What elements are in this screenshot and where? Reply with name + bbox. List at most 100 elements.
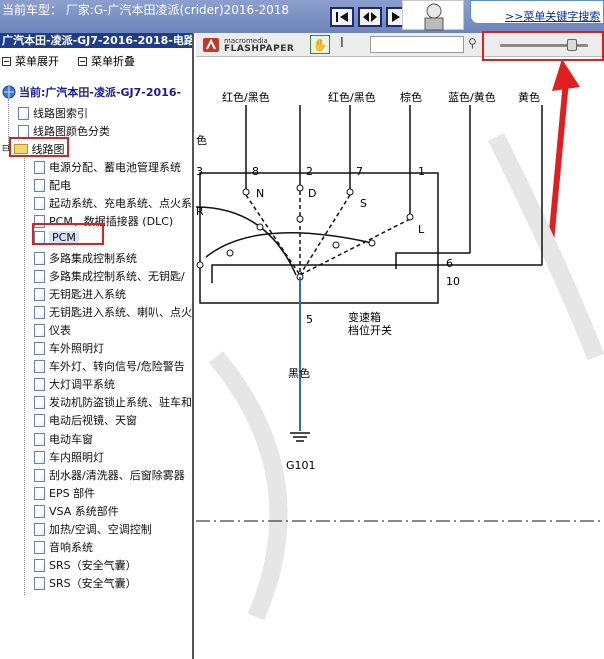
annotation-box-folder — [9, 137, 69, 157]
document-icon — [34, 395, 45, 409]
tree-item[interactable]: 音响系统 — [34, 539, 93, 555]
prev-next-icon — [363, 12, 377, 22]
collapse-icon — [78, 56, 87, 66]
document-icon — [34, 413, 45, 427]
tree-item[interactable]: VSA 系统部件 — [34, 503, 119, 519]
tree-item[interactable]: 电源分配、蓄电池管理系统 — [34, 159, 181, 175]
tree-item[interactable]: 加热/空调、空调控制 — [34, 521, 152, 537]
logo-big-text: FLASHPAPER — [224, 44, 295, 54]
document-icon — [34, 178, 45, 192]
tree-item[interactable]: SRS（安全气囊） — [34, 557, 137, 573]
document-icon — [34, 305, 45, 319]
tree-item[interactable]: 配电 — [34, 177, 71, 193]
flashpaper-logo-icon — [203, 38, 219, 52]
document-icon — [34, 323, 45, 337]
tree-item-label: 音响系统 — [49, 541, 93, 554]
tree-item[interactable]: 电动后视镜、天窗 — [34, 412, 137, 428]
tree-title: 广汽本田-凌派-GJ7-2016-2018-电路 — [0, 33, 192, 48]
tree-item-label: 起动系统、充电系统、点火系 — [49, 197, 192, 210]
text-cursor-icon: I — [340, 36, 344, 51]
menu-collapse-button[interactable]: 菜单折叠 — [78, 53, 135, 69]
tree-item[interactable]: EPS 部件 — [34, 485, 95, 501]
tree-item[interactable]: 发动机防盗锁止系统、驻车和 — [34, 394, 192, 410]
tree-item[interactable]: 大灯调平系统 — [34, 376, 115, 392]
annotation-arrowhead — [552, 59, 580, 91]
tree-item[interactable]: 仪表 — [34, 322, 71, 338]
previous-page-button[interactable] — [358, 7, 382, 27]
component-subname: 档位开关 — [348, 323, 392, 337]
tree-item-wiring-index[interactable]: 线路图索引 — [18, 105, 88, 121]
tree-item-label: 车内照明灯 — [49, 451, 104, 464]
pin-number: 8 — [252, 165, 259, 178]
document-icon — [34, 377, 45, 391]
tree-item-label: 无钥匙进入系统、喇叭、点火 — [49, 306, 192, 319]
wire-color-label: 色 — [196, 133, 207, 147]
document-icon — [34, 486, 45, 500]
document-icon — [34, 504, 45, 518]
pin-number: 5 — [306, 313, 313, 326]
mascot-icon — [424, 3, 444, 31]
contact-letter: D — [308, 187, 316, 200]
contact-letter: R — [196, 205, 204, 218]
current-node[interactable]: 当前:广汽本田-凌派-GJ7-2016- — [2, 84, 181, 100]
tree-item-label: 大灯调平系统 — [49, 378, 115, 391]
search-banner[interactable]: >>菜单关键字搜索 — [470, 0, 604, 24]
find-input[interactable] — [370, 36, 464, 53]
pin-number: 2 — [306, 165, 313, 178]
tree-item[interactable]: 车内照明灯 — [34, 449, 104, 465]
tree-item[interactable]: 多路集成控制系统 — [34, 250, 137, 266]
document-icon — [34, 160, 45, 174]
document-icon — [34, 341, 45, 355]
flashpaper-logo: macromedia FLASHPAPER — [202, 37, 295, 54]
hand-tool-button[interactable]: ✋ — [310, 35, 330, 54]
flashpaper-viewer: macromedia FLASHPAPER ✋ I ⚲ 红色/黑色 红色/黑色 … — [196, 31, 604, 659]
document-icon — [34, 522, 45, 536]
tree-item-label: 车外灯、转向信号/危险警告 — [49, 360, 185, 373]
tree-panel: 广汽本田-凌派-GJ7-2016-2018-电路 菜单展开 菜单折叠 当前:广汽… — [0, 33, 194, 659]
document-icon — [34, 450, 45, 464]
tree-item[interactable]: 电动车窗 — [34, 431, 93, 447]
first-page-icon — [336, 12, 348, 22]
text-select-tool-button[interactable]: I — [340, 36, 344, 51]
tree-item-label: SRS（安全气囊） — [49, 559, 137, 572]
viewer-toolbar: macromedia FLASHPAPER ✋ I ⚲ — [196, 31, 604, 61]
current-vehicle-label: 当前车型： 厂家:G-广汽本田凌派(crider)2016-2018 — [2, 3, 290, 17]
tree-item-label: EPS 部件 — [49, 487, 96, 500]
ground-wire-color: 黑色 — [288, 366, 310, 380]
contact-letter: S — [360, 197, 367, 210]
annotation-box-pcm — [32, 223, 104, 245]
watermark — [209, 351, 288, 621]
document-icon — [34, 576, 45, 590]
tree-item-label: 无钥匙进入系统 — [49, 288, 126, 301]
tree-item[interactable]: 刮水器/清洗器、后窗除雾器 — [34, 467, 185, 483]
tree-item[interactable]: SRS（安全气囊） — [34, 575, 137, 591]
tree-item[interactable]: 车外照明灯 — [34, 340, 104, 356]
tree-item-label: VSA 系统部件 — [49, 505, 119, 518]
menu-expand-button[interactable]: 菜单展开 — [2, 53, 59, 69]
tree-item-label: 电动车窗 — [49, 433, 93, 446]
tree-item[interactable]: 车外灯、转向信号/危险警告 — [34, 358, 185, 374]
wire-color-label: 红色/黑色 — [222, 90, 270, 104]
wire-color-label: 蓝色/黄色 — [448, 90, 496, 104]
mascot-image — [402, 0, 464, 31]
search-icon[interactable]: ⚲ — [468, 36, 477, 50]
tree-item-label: SRS（安全气囊） — [49, 577, 137, 590]
contact-letter: N — [256, 187, 264, 200]
hand-icon: ✋ — [312, 37, 328, 52]
menu-expand-label: 菜单展开 — [15, 55, 59, 68]
document-icon — [34, 287, 45, 301]
tree-item-label: 刮水器/清洗器、后窗除雾器 — [49, 469, 185, 482]
tree-item-label: 多路集成控制系统 — [49, 252, 137, 265]
first-page-button[interactable] — [330, 7, 354, 27]
document-icon — [34, 558, 45, 572]
document-icon — [34, 196, 45, 210]
tree-item[interactable]: 多路集成控制系统、无钥匙/ — [34, 268, 185, 284]
tree-item-label: 线路图索引 — [33, 107, 88, 120]
tree-item[interactable]: 无钥匙进入系统、喇叭、点火 — [34, 304, 192, 320]
tree-item-label: 车外照明灯 — [49, 342, 104, 355]
menu-keyword-search-link[interactable]: >>菜单关键字搜索 — [505, 8, 600, 24]
tree-item[interactable]: 无钥匙进入系统 — [34, 286, 126, 302]
tree-item-label: 电动后视镜、天窗 — [49, 414, 137, 427]
tree-item-label: 电源分配、蓄电池管理系统 — [49, 161, 181, 174]
tree-item[interactable]: 起动系统、充电系统、点火系 — [34, 195, 192, 211]
